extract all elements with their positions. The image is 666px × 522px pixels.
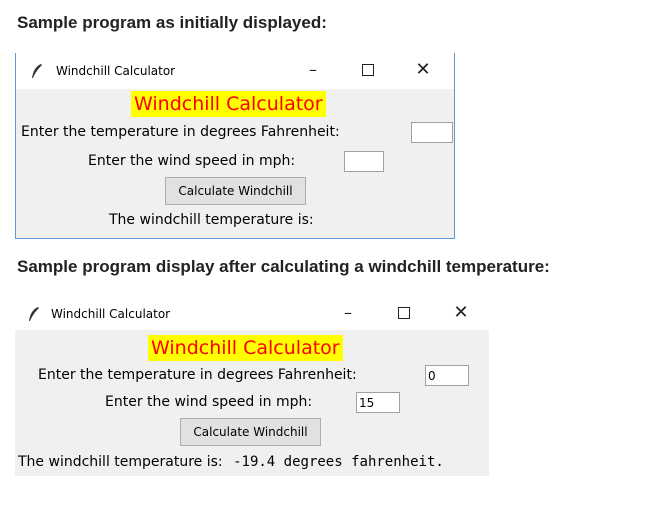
result-label: The windchill temperature is: (18, 454, 223, 470)
heading-initial: Sample program as initially displayed: (17, 13, 327, 32)
feather-icon (32, 64, 42, 78)
app-banner: Windchill Calculator (131, 91, 326, 117)
calculate-button[interactable]: Calculate Windchill (165, 177, 306, 205)
title-bar[interactable]: Windchill Calculator – ✕ (16, 53, 454, 89)
heading-after: Sample program display after calculating… (17, 257, 550, 276)
window-after: Windchill Calculator – ✕ Windchill Calcu… (15, 296, 489, 476)
maximize-icon[interactable] (392, 302, 416, 324)
app-banner: Windchill Calculator (148, 335, 343, 361)
calculate-button[interactable]: Calculate Windchill (180, 418, 321, 446)
window-title: Windchill Calculator (51, 307, 171, 321)
result-label: The windchill temperature is: (109, 212, 314, 228)
window-title: Windchill Calculator (56, 64, 176, 78)
window-initial: Windchill Calculator – ✕ Windchill Calcu… (15, 53, 455, 239)
temperature-label: Enter the temperature in degrees Fahrenh… (21, 124, 340, 140)
maximize-icon[interactable] (356, 59, 380, 81)
wind-speed-input[interactable]: 15 (356, 392, 400, 413)
temperature-input[interactable]: 0 (425, 365, 469, 386)
result-value: -19.4 degrees fahrenheit. (233, 454, 444, 470)
wind-speed-input[interactable] (344, 151, 384, 172)
title-bar[interactable]: Windchill Calculator – ✕ (15, 296, 489, 330)
wind-speed-label: Enter the wind speed in mph: (105, 394, 313, 410)
temperature-input[interactable] (411, 122, 453, 143)
close-icon[interactable]: ✕ (449, 302, 473, 324)
result-row: The windchill temperature is: -19.4 degr… (18, 454, 444, 470)
wind-speed-label: Enter the wind speed in mph: (88, 153, 296, 169)
close-icon[interactable]: ✕ (411, 59, 435, 81)
temperature-label: Enter the temperature in degrees Fahrenh… (38, 367, 357, 383)
minimize-icon[interactable]: – (336, 302, 360, 324)
feather-icon (29, 307, 39, 321)
minimize-icon[interactable]: – (301, 59, 325, 81)
